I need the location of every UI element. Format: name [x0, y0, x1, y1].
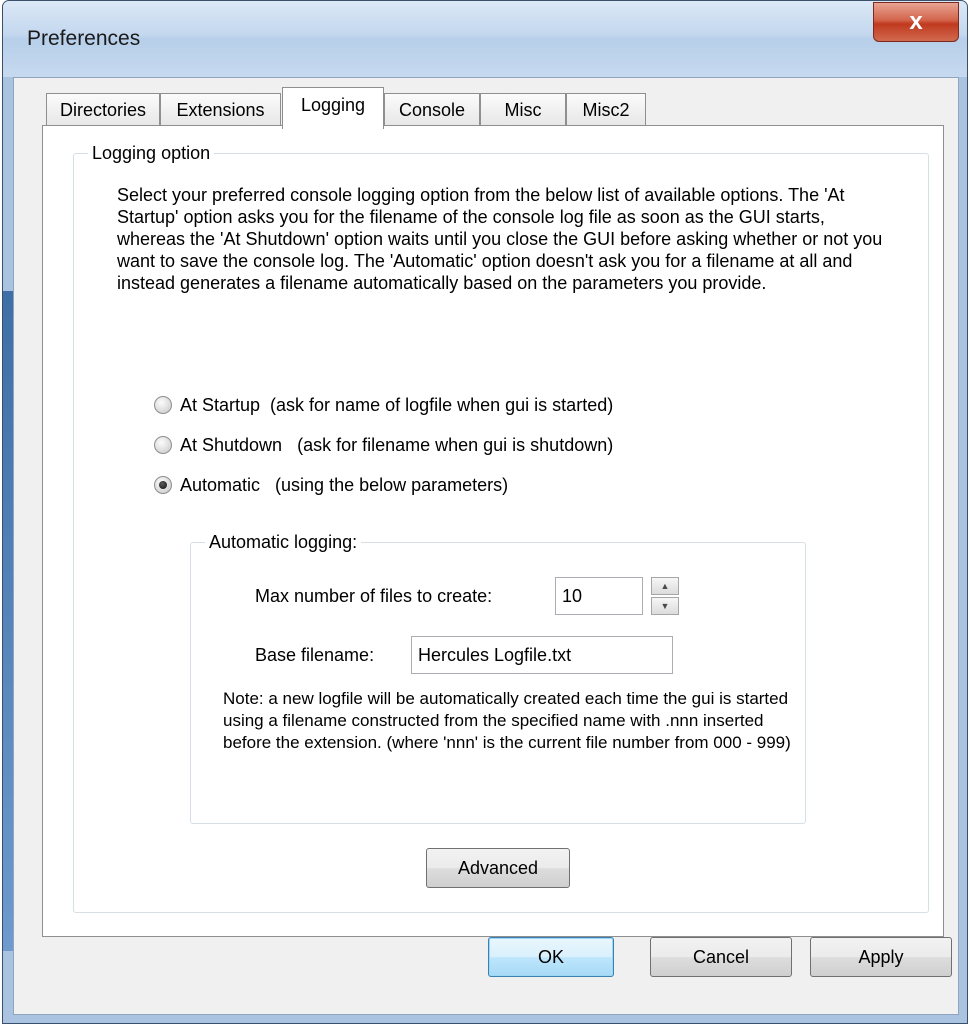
radio-label-at-startup: At Startup (ask for name of logfile when…	[180, 394, 614, 415]
tab-logging[interactable]: Logging	[282, 87, 384, 129]
tab-misc2[interactable]: Misc2	[566, 93, 646, 127]
radio-button-at-shutdown[interactable]	[154, 436, 172, 454]
automatic-logging-note: Note: a new logfile will be automaticall…	[223, 689, 791, 752]
radio-button-at-startup[interactable]	[154, 396, 172, 414]
max-files-input[interactable]: 10	[555, 577, 643, 615]
automatic-logging-title: Automatic logging:	[205, 531, 362, 553]
radio-label-at-shutdown: At Shutdown (ask for filename when gui i…	[180, 434, 614, 455]
cancel-button[interactable]: Cancel	[650, 937, 792, 977]
window-title: Preferences	[27, 27, 141, 50]
automatic-logging-group: Automatic logging: Max number of files t…	[190, 531, 806, 824]
radio-at-startup[interactable]: At Startup (ask for name of logfile when…	[154, 393, 613, 417]
chevron-up-icon: ▲	[660, 581, 670, 591]
chevron-down-icon: ▼	[660, 601, 670, 611]
logging-option-title: Logging option	[88, 142, 215, 164]
window-edge-accent	[3, 291, 13, 951]
tab-console[interactable]: Console	[384, 93, 480, 127]
advanced-button[interactable]: Advanced	[426, 848, 570, 888]
logging-option-group: Logging option Select your preferred con…	[73, 142, 929, 913]
preferences-window: Preferences x Directories Extensions Log…	[2, 0, 968, 1024]
title-bar[interactable]: Preferences x	[3, 1, 967, 77]
logging-description: Select your preferred console logging op…	[117, 185, 883, 293]
tab-extensions[interactable]: Extensions	[160, 93, 281, 127]
max-files-label: Max number of files to create:	[255, 586, 493, 606]
ok-button[interactable]: OK	[488, 937, 614, 977]
logging-tab-page: Logging option Select your preferred con…	[42, 125, 944, 937]
base-filename-label: Base filename:	[255, 645, 375, 665]
close-button[interactable]: x	[873, 2, 959, 42]
spin-down-button[interactable]: ▼	[651, 597, 679, 615]
tab-misc[interactable]: Misc	[480, 93, 566, 127]
radio-automatic[interactable]: Automatic (using the below parameters)	[154, 473, 508, 497]
apply-button[interactable]: Apply	[810, 937, 952, 977]
max-files-spinner[interactable]: ▲ ▼	[651, 577, 679, 615]
close-icon: x	[909, 8, 923, 35]
radio-label-automatic: Automatic (using the below parameters)	[180, 474, 509, 495]
tab-directories[interactable]: Directories	[46, 93, 160, 127]
radio-button-automatic[interactable]	[154, 476, 172, 494]
spin-up-button[interactable]: ▲	[651, 577, 679, 595]
dialog-client-area: Directories Extensions Logging Console M…	[13, 77, 959, 1015]
base-filename-input[interactable]: Hercules Logfile.txt	[411, 636, 673, 674]
radio-at-shutdown[interactable]: At Shutdown (ask for filename when gui i…	[154, 433, 613, 457]
